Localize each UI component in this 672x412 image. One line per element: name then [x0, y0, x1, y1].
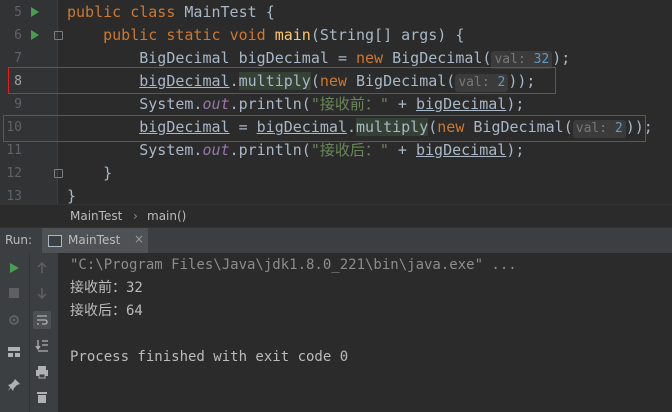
code-line-6[interactable]: 6 public static void main(String[] args)…	[0, 24, 672, 47]
run-panel-header: Run: MainTest ×	[0, 227, 672, 253]
code-line-5[interactable]: 5 public class MainTest {	[0, 1, 672, 24]
breadcrumb-separator: ›	[133, 209, 138, 223]
code-line-12[interactable]: 12 }	[0, 162, 672, 185]
gear-icon[interactable]	[5, 311, 23, 329]
console-line: 接收后：64	[70, 303, 143, 319]
close-icon[interactable]: ×	[134, 232, 144, 246]
code-line-9[interactable]: 9 System.out.println("接收前：" + bigDecimal…	[0, 93, 672, 116]
run-label: Run:	[5, 233, 33, 247]
code-text: }	[103, 164, 113, 182]
pin-icon[interactable]	[5, 376, 23, 394]
run-arrow-icon[interactable]	[31, 30, 39, 40]
code-text: System.out.println("接收后：" + bigDecimal);	[139, 141, 525, 159]
breadcrumb-method[interactable]: main()	[147, 205, 186, 227]
line-number: 11	[6, 143, 22, 158]
code-text: public static void main(String[] args) {	[103, 26, 465, 44]
layout-icon[interactable]	[5, 343, 23, 361]
line-number: 12	[6, 166, 22, 181]
breadcrumb-class[interactable]: MainTest	[70, 205, 122, 227]
run-arrow-icon[interactable]	[31, 7, 39, 17]
code-text: public class MainTest {	[67, 3, 275, 21]
fold-icon[interactable]	[54, 31, 63, 40]
code-text: System.out.println("接收前：" + bigDecimal);	[139, 95, 525, 113]
highlight-box-line-8	[8, 67, 556, 94]
highlight-box-line-10	[3, 115, 646, 142]
line-number: 6	[14, 28, 22, 43]
code-editor[interactable]: 5 public class MainTest { 6 public stati…	[0, 0, 672, 205]
tab-maintest[interactable]: MainTest ×	[42, 228, 148, 253]
stop-icon[interactable]	[5, 284, 23, 302]
print-icon[interactable]	[33, 363, 51, 381]
rerun-icon[interactable]	[5, 259, 23, 277]
console-line-command: "C:\Program Files\Java\jdk1.8.0_221\bin\…	[70, 257, 517, 273]
line-number: 5	[14, 5, 22, 20]
soft-wrap-icon[interactable]	[33, 311, 51, 329]
code-line-11[interactable]: 11 System.out.println("接收后：" + bigDecima…	[0, 139, 672, 162]
application-icon	[48, 235, 62, 247]
fold-icon[interactable]	[54, 169, 63, 178]
line-number: 9	[14, 97, 22, 112]
toolbar-divider	[29, 253, 30, 412]
console-line-exit: Process finished with exit code 0	[70, 349, 349, 365]
arrow-up-icon[interactable]	[33, 259, 51, 277]
breadcrumb: MainTest › main()	[0, 204, 672, 227]
scroll-to-end-icon[interactable]	[33, 336, 51, 354]
trash-icon[interactable]	[33, 388, 51, 406]
tab-label: MainTest	[68, 233, 121, 247]
console-line: 接收前：32	[70, 280, 143, 296]
console-output[interactable]: "C:\Program Files\Java\jdk1.8.0_221\bin\…	[59, 253, 672, 412]
arrow-down-icon[interactable]	[33, 284, 51, 302]
